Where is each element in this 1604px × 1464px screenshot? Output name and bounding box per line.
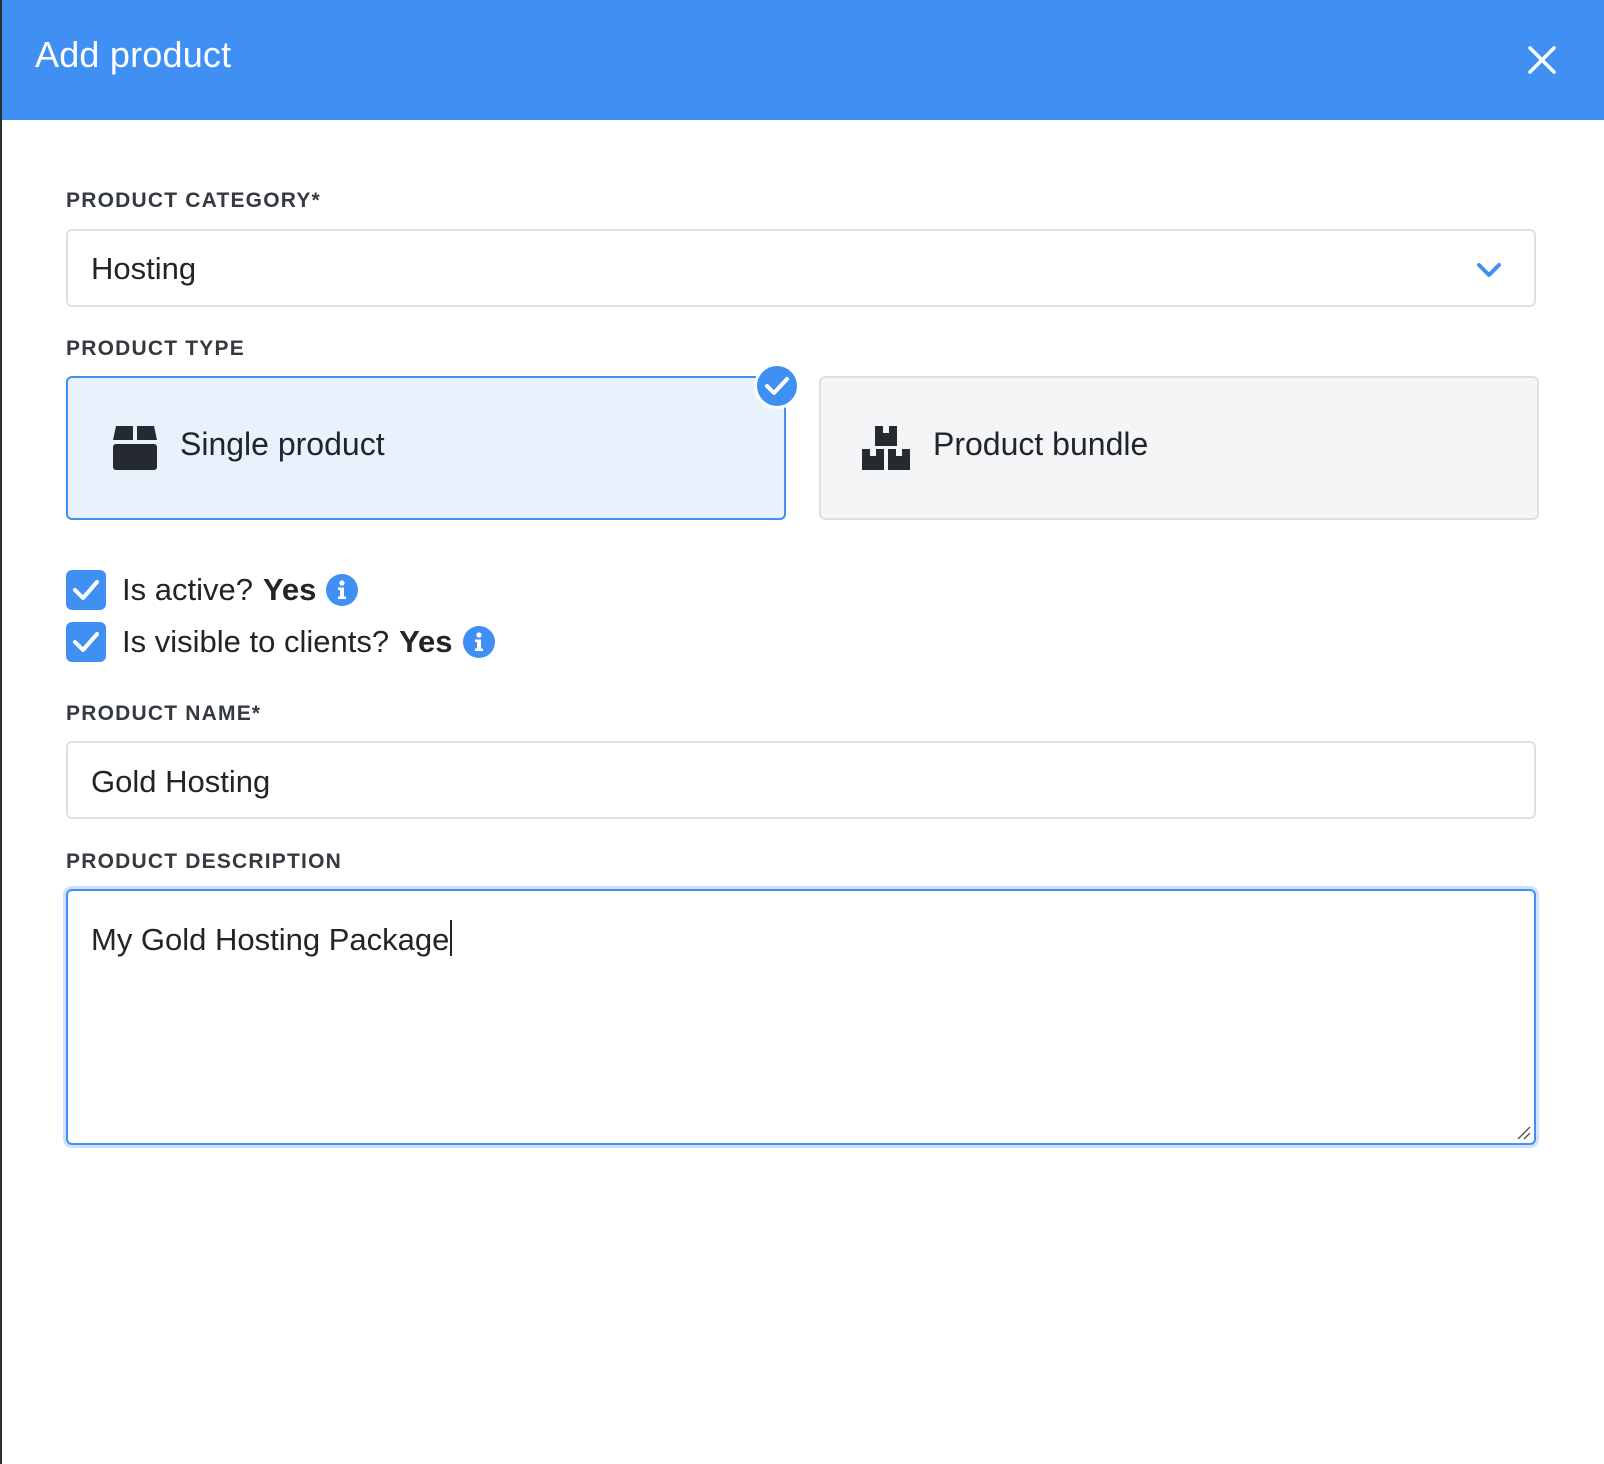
text-caret [450,920,453,956]
product-name-input[interactable]: Gold Hosting [66,741,1536,819]
is-active-row: Is active? Yes [66,569,359,611]
check-icon [73,580,99,600]
check-icon [73,632,99,652]
is-visible-row: Is visible to clients? Yes [66,621,495,663]
product-name-value: Gold Hosting [91,764,271,799]
product-type-label: PRODUCT TYPE [66,337,245,360]
is-active-label: Is active? [122,572,253,607]
is-visible-value: Yes [399,624,453,659]
product-description-label: PRODUCT DESCRIPTION [66,850,342,873]
selected-check-badge [754,363,800,409]
product-name-label: PRODUCT NAME* [66,702,262,725]
dialog-title: Add product [35,34,232,75]
info-icon[interactable] [326,574,359,606]
product-type-bundle[interactable]: Product bundle [819,376,1539,520]
product-description-textarea[interactable]: My Gold Hosting Package [66,889,1536,1145]
is-active-value: Yes [262,572,317,607]
dialog-header: Add product [2,0,1604,120]
product-description-text: My Gold Hosting Package [91,922,450,957]
window-edge [0,0,2,1464]
chevron-down-icon [1477,263,1501,277]
info-icon[interactable] [462,626,495,658]
is-visible-label: Is visible to clients? [122,624,390,659]
resize-handle-icon[interactable] [1515,1124,1531,1140]
product-type-single[interactable]: Single product [66,376,786,520]
box-icon [113,426,157,470]
product-description-value: My Gold Hosting Package [91,920,453,958]
check-icon [765,377,789,395]
product-type-single-label: Single product [180,426,385,462]
close-button[interactable] [1520,38,1564,82]
close-icon [1528,46,1556,74]
boxes-icon [862,426,910,470]
product-type-bundle-label: Product bundle [933,426,1149,462]
product-category-select[interactable]: Hosting [66,229,1536,307]
is-visible-checkbox[interactable] [66,622,106,662]
product-category-value: Hosting [91,251,197,286]
add-product-dialog: Add product PRODUCT CATEGORY* Hosting PR… [0,0,1604,1464]
product-category-label: PRODUCT CATEGORY* [66,189,321,212]
is-active-checkbox[interactable] [66,570,106,610]
